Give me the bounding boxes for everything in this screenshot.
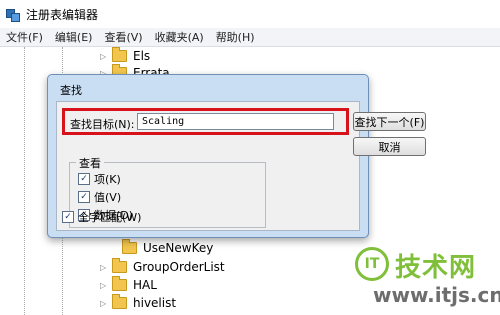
tree-item-label: Els — [133, 49, 151, 63]
site-watermark: IT 技术网 www.itjs.cn — [355, 247, 500, 311]
folder-icon — [112, 258, 127, 273]
option-keys[interactable]: ✓ 项(K) — [78, 171, 121, 187]
registry-editor-icon — [6, 7, 20, 22]
site-logo-icon: IT — [355, 247, 389, 281]
watermark-url: www.itjs.cn — [373, 283, 500, 307]
option-values[interactable]: ✓ 值(V) — [78, 189, 121, 205]
dialog-title: 查找 — [60, 84, 82, 97]
checkbox-checked-icon[interactable]: ✓ — [78, 173, 90, 185]
watermark-name: 技术网 — [395, 253, 477, 283]
menu-favorites[interactable]: 收藏夹(A) — [149, 29, 210, 45]
expand-arrow-icon[interactable]: ▷ — [100, 299, 108, 308]
expand-arrow-icon[interactable]: ▷ — [100, 52, 108, 61]
option-keys-label: 项(K) — [94, 173, 121, 186]
menu-help[interactable]: 帮助(H) — [210, 29, 261, 45]
tree-item[interactable]: ▷ hivelist — [100, 294, 177, 311]
look-at-title: 查看 — [76, 155, 104, 171]
tree-item-label: UseNewKey — [143, 241, 214, 255]
window-title: 注册表编辑器 — [26, 7, 99, 22]
tree-item[interactable]: ▷ GroupOrderList — [100, 258, 225, 275]
menu-edit[interactable]: 编辑(E) — [49, 29, 99, 45]
menu-view[interactable]: 查看(V) — [98, 29, 148, 45]
tree-item[interactable]: ▷ Els — [100, 47, 151, 64]
option-whole-string[interactable]: ✓ 全字匹配(W) — [62, 209, 141, 225]
folder-icon — [112, 47, 127, 62]
option-whole-string-label: 全字匹配(W) — [78, 211, 142, 224]
checkbox-checked-icon[interactable]: ✓ — [78, 191, 90, 203]
find-target-input[interactable]: Scaling — [137, 113, 334, 130]
tree-item-label: HAL — [133, 278, 157, 292]
cancel-button[interactable]: 取消 — [353, 137, 426, 156]
menu-bar: 文件(F) 编辑(E) 查看(V) 收藏夹(A) 帮助(H) — [0, 28, 500, 47]
tree-item[interactable]: UseNewKey — [122, 239, 214, 256]
find-target-label: 查找目标(N): — [70, 118, 135, 131]
folder-icon — [122, 239, 137, 254]
tree-item-label: hivelist — [133, 296, 177, 310]
folder-icon — [112, 276, 127, 291]
checkbox-checked-icon[interactable]: ✓ — [62, 211, 74, 223]
expand-arrow-icon[interactable]: ▷ — [100, 281, 108, 290]
tree-item-label: GroupOrderList — [133, 260, 225, 274]
title-bar: 注册表编辑器 — [0, 0, 500, 28]
find-dialog: 查找 查找目标(N): Scaling 查找下一个(F) 取消 查看 ✓ 项(K… — [47, 74, 426, 238]
option-values-label: 值(V) — [94, 191, 122, 204]
tree-item[interactable]: ▷ HAL — [100, 276, 157, 293]
expand-arrow-icon[interactable]: ▷ — [100, 263, 108, 272]
find-target-highlight: 查找目标(N): Scaling — [62, 108, 349, 135]
find-next-button[interactable]: 查找下一个(F) — [353, 112, 426, 131]
folder-icon — [112, 294, 127, 309]
menu-file[interactable]: 文件(F) — [0, 29, 49, 45]
